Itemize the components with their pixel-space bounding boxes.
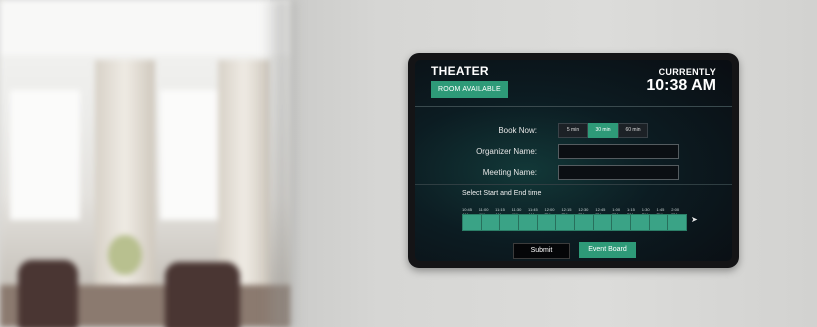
organizer-label: Organizer Name:: [476, 147, 537, 156]
currently-label: CURRENTLY: [658, 67, 716, 77]
meeting-label: Meeting Name:: [482, 168, 537, 177]
timeline-slot[interactable]: [556, 215, 576, 230]
duration-60-button[interactable]: 60 min: [618, 123, 648, 138]
organizer-name-input[interactable]: [558, 144, 679, 159]
duration-30-button[interactable]: 30 min: [588, 123, 618, 138]
status-badge: ROOM AVAILABLE: [431, 81, 508, 98]
timeline-title: Select Start and End time: [462, 190, 542, 197]
timeline-slot[interactable]: [612, 215, 632, 230]
meeting-name-input[interactable]: [558, 165, 679, 180]
submit-button[interactable]: Submit: [513, 243, 570, 259]
blurred-room: [0, 0, 290, 327]
timeline-slot[interactable]: [519, 215, 538, 230]
timeline-slot[interactable]: [575, 215, 594, 230]
timeline-slot[interactable]: [500, 215, 520, 230]
duration-selector: 5 min 30 min 60 min: [558, 123, 648, 138]
timeline-slot[interactable]: [538, 215, 557, 230]
timeline-slot[interactable]: [631, 215, 650, 230]
event-board-button[interactable]: Event Board: [579, 242, 636, 258]
timeline-section: Select Start and End time 10:45 AM11:00 …: [415, 184, 732, 261]
room-name: THEATER: [431, 64, 489, 78]
screen-header: THEATER ROOM AVAILABLE CURRENTLY 10:38 A…: [415, 60, 732, 107]
timeline-slot[interactable]: [463, 215, 482, 230]
chevron-right-icon[interactable]: ➤: [691, 215, 698, 224]
tablet-screen: THEATER ROOM AVAILABLE CURRENTLY 10:38 A…: [415, 60, 732, 261]
current-time: 10:38 AM: [646, 77, 716, 94]
timeline-slot[interactable]: [482, 215, 501, 230]
duration-5-button[interactable]: 5 min: [558, 123, 588, 138]
book-now-label: Book Now:: [498, 126, 537, 135]
timeline-slot[interactable]: [594, 215, 613, 230]
timeline-bar[interactable]: [462, 214, 687, 231]
room-booking-tablet: THEATER ROOM AVAILABLE CURRENTLY 10:38 A…: [408, 53, 739, 268]
timeline-slot[interactable]: [650, 215, 669, 230]
timeline-slot[interactable]: [668, 215, 686, 230]
